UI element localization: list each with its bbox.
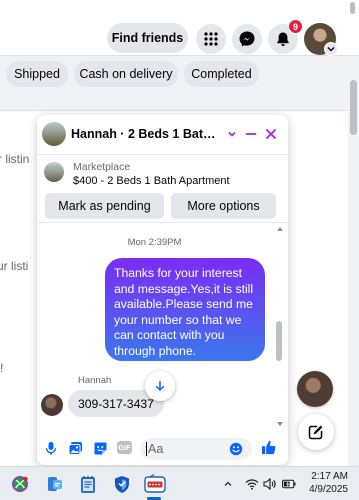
chip-shipped[interactable]: Shipped <box>6 61 68 87</box>
arrow-down-icon <box>155 380 165 392</box>
chat-options-button[interactable] <box>223 125 241 143</box>
top-scrollbar-thumb[interactable] <box>350 2 355 14</box>
chat-header[interactable]: Hannah · 2 Beds 1 Bath Ap... <box>37 115 288 155</box>
text-cursor <box>146 442 147 456</box>
notifications-button[interactable]: 9 <box>268 19 303 54</box>
menu-button[interactable] <box>196 24 226 54</box>
account-menu-button[interactable] <box>324 42 338 56</box>
taskbar-app-active[interactable] <box>143 473 167 495</box>
emoji-button[interactable] <box>228 441 244 457</box>
find-friends-button[interactable]: Find friends <box>107 23 188 53</box>
marketplace-listing-card: Marketplace $400 - 2 Beds 1 Bath Apartme… <box>37 155 288 223</box>
new-message-button[interactable] <box>298 414 334 450</box>
background-text-fragment: r listin <box>0 152 30 166</box>
scroll-up-arrow-icon[interactable] <box>277 227 283 231</box>
attach-photo-button[interactable] <box>67 440 83 456</box>
sent-message-bubble[interactable]: Thanks for your interest and message.Yes… <box>105 258 265 361</box>
windows-taskbar: 2:17 AM 4/9/2025 <box>0 466 359 500</box>
close-icon <box>266 129 276 139</box>
message-composer: GIF <box>37 431 288 465</box>
chat-title[interactable]: Hannah · 2 Beds 1 Bath Ap... <box>71 127 221 141</box>
compose-icon <box>308 425 323 440</box>
marketplace-label: Marketplace <box>73 161 131 173</box>
gif-icon[interactable]: GIF <box>117 441 132 454</box>
microphone-icon <box>45 441 57 455</box>
xbox-icon <box>12 476 28 492</box>
vpn-shield-icon <box>115 475 129 493</box>
message-timestamp: Mon 2:39PM <box>127 237 182 248</box>
photo-icon <box>68 441 82 455</box>
chat-window: Hannah · 2 Beds 1 Bath Ap... Marketplace… <box>37 115 288 465</box>
top-navigation-bar: Find friends 9 <box>0 0 359 56</box>
taskbar-clock-date[interactable]: 4/9/2025 <box>302 484 348 495</box>
send-like-button[interactable] <box>261 439 277 455</box>
network-status[interactable] <box>245 477 259 491</box>
chevron-down-icon <box>228 131 236 137</box>
voice-clip-button[interactable] <box>43 440 59 456</box>
chevron-down-icon <box>327 47 335 52</box>
taskbar-app-phone-link[interactable] <box>44 473 66 495</box>
taskbar-app-vpn[interactable] <box>111 473 133 495</box>
battery-status[interactable] <box>282 477 296 491</box>
listing-summary[interactable]: $400 - 2 Beds 1 Bath Apartment <box>73 175 230 187</box>
wifi-icon <box>245 479 259 490</box>
sticker-button[interactable] <box>92 440 108 456</box>
taskbar-clock-time[interactable]: 2:17 AM <box>308 471 348 482</box>
background-text-fragment: ! <box>0 361 4 375</box>
messenger-radio-icon <box>144 474 166 493</box>
show-hidden-icons-button[interactable] <box>221 477 235 491</box>
notepad-icon <box>81 475 95 493</box>
messenger-icon <box>239 31 255 47</box>
sender-name: Hannah <box>78 375 112 386</box>
scroll-down-arrow-icon[interactable] <box>277 422 283 426</box>
emoji-icon <box>229 442 243 456</box>
thumbs-up-icon <box>261 440 276 454</box>
chevron-up-icon <box>224 481 232 486</box>
more-options-button[interactable]: More options <box>171 193 276 219</box>
chip-cash-on-delivery[interactable]: Cash on delivery <box>74 61 178 87</box>
mark-as-pending-button[interactable]: Mark as pending <box>45 193 164 219</box>
volume-control[interactable] <box>263 477 277 491</box>
close-chat-button[interactable] <box>262 125 280 143</box>
minimize-button[interactable] <box>242 125 260 143</box>
chat-scrollbar-thumb[interactable] <box>276 321 282 361</box>
messenger-button[interactable] <box>232 24 262 54</box>
page-scrollbar-thumb[interactable] <box>350 80 357 135</box>
taskbar-app-xbox[interactable] <box>9 473 31 495</box>
listing-thumbnail[interactable] <box>42 122 66 146</box>
sender-avatar[interactable] <box>41 394 63 416</box>
phone-link-icon <box>48 477 62 491</box>
chip-completed[interactable]: Completed <box>184 61 259 87</box>
speaker-icon <box>263 478 276 490</box>
taskbar-app-notepad[interactable] <box>77 473 99 495</box>
grid-menu-icon <box>204 32 218 46</box>
minimize-icon <box>245 133 257 135</box>
sticker-icon <box>94 442 106 454</box>
chat-head-avatar[interactable] <box>297 371 333 407</box>
bell-icon <box>277 32 289 46</box>
battery-icon <box>282 479 296 489</box>
background-text-fragment: ur listi <box>0 259 29 273</box>
message-thread[interactable]: Mon 2:39PM Thanks for your interest and … <box>37 223 288 431</box>
listing-photo[interactable] <box>44 162 64 182</box>
scroll-to-bottom-button[interactable] <box>145 371 175 401</box>
notification-count-badge: 9 <box>288 19 303 34</box>
